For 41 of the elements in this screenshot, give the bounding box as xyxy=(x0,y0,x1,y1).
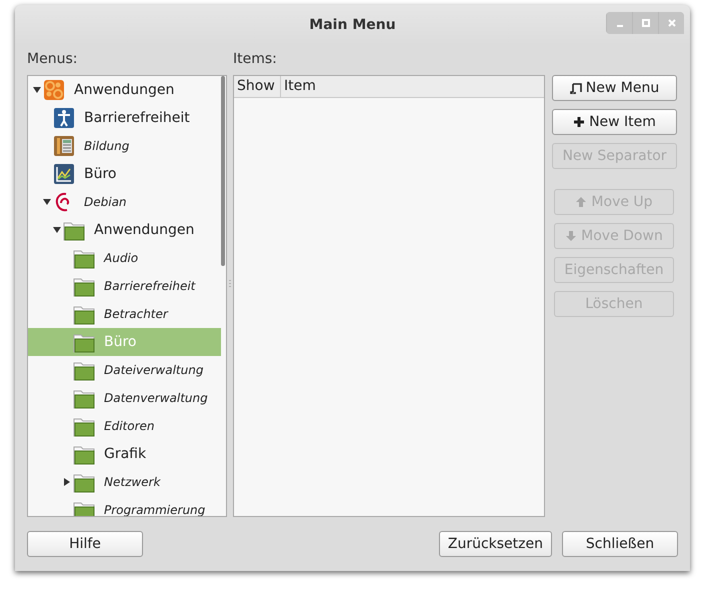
dialog-button[interactable]: Hilfe xyxy=(27,531,143,557)
tree-item[interactable]: Büro xyxy=(28,160,221,188)
maximize-button[interactable] xyxy=(632,12,658,34)
maximize-icon xyxy=(642,19,650,27)
action-button[interactable]: New Menu xyxy=(552,75,677,101)
dialog-button[interactable]: Zurücksetzen xyxy=(438,531,552,557)
tree-item[interactable]: Betrachter xyxy=(28,300,221,328)
tree-item[interactable]: Anwendungen xyxy=(28,216,221,244)
minimize-icon xyxy=(616,25,622,27)
tree-item[interactable]: Anwendungen xyxy=(28,76,221,104)
window-title: Main Menu xyxy=(309,16,396,32)
items-label: Items: xyxy=(233,51,278,69)
collapse-arrow-icon[interactable] xyxy=(43,198,53,206)
tree-item[interactable]: Barrierefreiheit xyxy=(28,272,221,300)
tree-item[interactable]: Editoren xyxy=(28,412,221,440)
accessibility-icon xyxy=(53,107,75,129)
tree-item[interactable]: Audio xyxy=(28,244,221,272)
collapse-arrow-icon[interactable] xyxy=(53,226,63,234)
collapse-arrow-icon[interactable] xyxy=(33,86,43,94)
tree-item[interactable]: Dateiverwaltung xyxy=(28,356,221,384)
down-arrow-icon xyxy=(565,230,578,242)
action-button[interactable]: New Item xyxy=(552,109,677,135)
tree-item[interactable]: Debian xyxy=(28,188,221,216)
column-header[interactable]: Show xyxy=(234,76,281,97)
close-button[interactable] xyxy=(658,12,684,34)
applications-icon xyxy=(43,79,65,101)
minimize-button[interactable] xyxy=(606,12,632,34)
tree-item[interactable]: Netzwerk xyxy=(28,468,221,496)
column-header[interactable]: Item xyxy=(281,76,544,97)
tree-item[interactable]: Barrierefreiheit xyxy=(28,104,221,132)
chart-icon xyxy=(53,163,75,185)
close-icon xyxy=(668,19,676,27)
menus-label: Menus: xyxy=(27,51,78,69)
plus-icon xyxy=(573,116,586,128)
tree-item[interactable]: Datenverwaltung xyxy=(28,384,221,412)
dialog-button[interactable]: Schließen xyxy=(562,531,678,557)
tree-item[interactable]: Grafik xyxy=(28,440,221,468)
tree-item[interactable]: Bildung xyxy=(28,132,221,160)
menu-icon xyxy=(570,82,582,94)
calculator-icon xyxy=(53,135,75,157)
up-arrow-icon xyxy=(575,196,588,208)
